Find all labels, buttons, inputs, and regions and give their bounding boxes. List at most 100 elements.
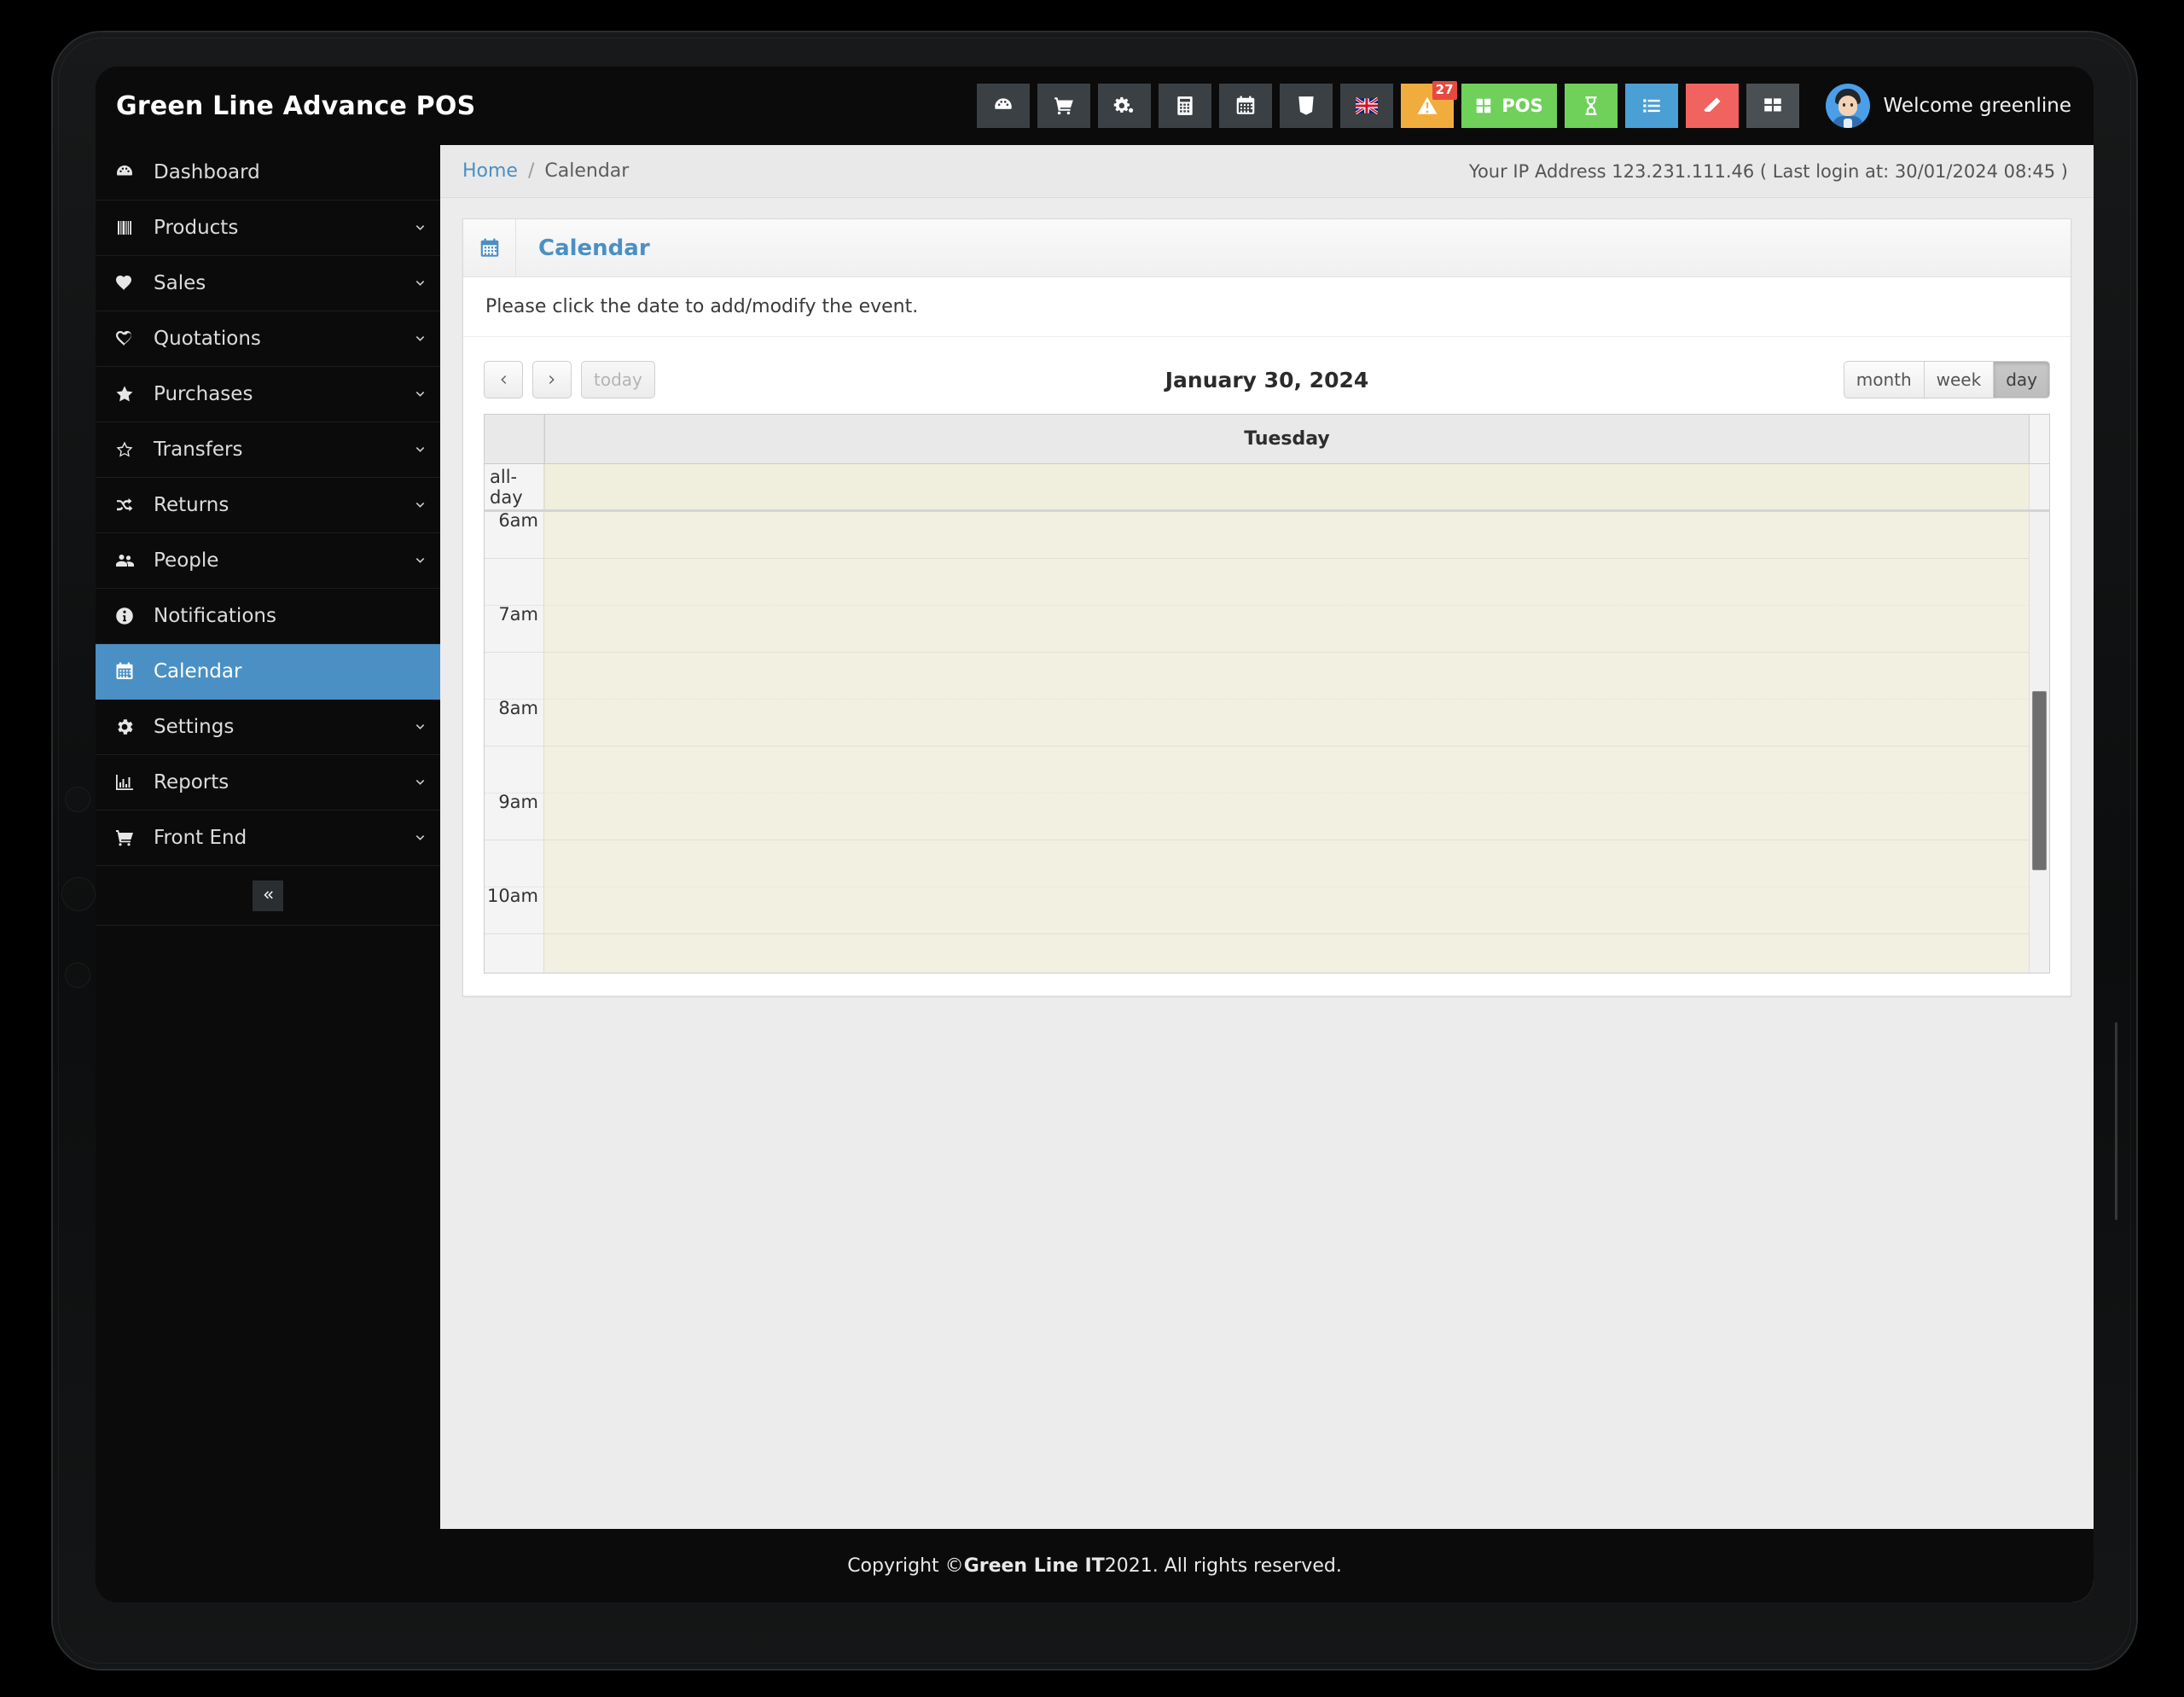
sidebar-item-purchases[interactable]: Purchases bbox=[96, 367, 440, 422]
breadcrumb-separator: / bbox=[527, 160, 535, 182]
time-label: 7am bbox=[498, 604, 538, 625]
calendar-toolbar: today January 30, 2024 month week day bbox=[484, 356, 2050, 404]
view-month-button[interactable]: month bbox=[1843, 361, 1925, 398]
pos-button[interactable]: POS bbox=[1461, 84, 1557, 128]
next-button[interactable] bbox=[532, 361, 572, 398]
chevron-down-icon bbox=[399, 830, 440, 846]
calculator-icon[interactable] bbox=[1158, 84, 1211, 128]
breadcrumb-home-link[interactable]: Home bbox=[462, 160, 518, 182]
cart-icon bbox=[96, 828, 154, 848]
sidebar-item-label: Sales bbox=[154, 272, 206, 294]
main-content: Home / Calendar Your IP Address 123.231.… bbox=[440, 145, 2094, 1602]
sidebar-item-transfers[interactable]: Transfers bbox=[96, 422, 440, 478]
sidebar-item-reports[interactable]: Reports bbox=[96, 755, 440, 811]
grid-icon[interactable] bbox=[1745, 84, 1799, 128]
sidebar-item-label: Calendar bbox=[154, 660, 242, 683]
sidebar-item-label: People bbox=[154, 549, 219, 572]
sidebar-item-calendar[interactable]: Calendar bbox=[96, 644, 440, 700]
sidebar-item-people[interactable]: People bbox=[96, 533, 440, 589]
list-icon[interactable] bbox=[1624, 84, 1678, 128]
chevron-double-left-icon[interactable] bbox=[253, 880, 283, 911]
sidebar-item-quotations[interactable]: Quotations bbox=[96, 311, 440, 367]
chart-bar-icon bbox=[96, 772, 154, 793]
breadcrumb-current: Calendar bbox=[544, 160, 630, 182]
time-slot[interactable] bbox=[544, 747, 2049, 793]
view-week-button[interactable]: week bbox=[1924, 361, 1995, 398]
sidebar-item-label: Purchases bbox=[154, 383, 253, 405]
device-button-2 bbox=[61, 877, 96, 911]
time-label: 6am bbox=[498, 512, 538, 531]
today-button[interactable]: today bbox=[581, 361, 655, 398]
time-slot[interactable] bbox=[544, 653, 2049, 700]
footer-copyright-prefix: Copyright © bbox=[847, 1555, 964, 1577]
avatar bbox=[1825, 84, 1870, 128]
calendar-panel: Calendar Please click the date to add/mo… bbox=[462, 218, 2071, 997]
gears-icon[interactable] bbox=[1097, 84, 1151, 128]
shuffle-icon bbox=[96, 495, 154, 515]
top-bar: Green Line Advance POS 27 POS Welcome gr… bbox=[96, 67, 2094, 145]
time-slot[interactable] bbox=[544, 840, 2049, 887]
scrollbar-thumb[interactable] bbox=[2032, 691, 2047, 870]
warning-icon[interactable]: 27 bbox=[1400, 81, 1457, 128]
sidebar-item-dashboard[interactable]: Dashboard bbox=[96, 145, 440, 201]
scrollbar-header-pad bbox=[2029, 415, 2049, 463]
view-day-button[interactable]: day bbox=[1994, 361, 2050, 398]
sidebar-item-label: Reports bbox=[154, 771, 229, 793]
cart-icon[interactable] bbox=[1037, 84, 1090, 128]
time-label: 8am bbox=[498, 698, 538, 718]
calendar-view-switcher: month week day bbox=[1843, 361, 2050, 398]
hourglass-icon[interactable] bbox=[1564, 84, 1618, 128]
day-time-slots[interactable] bbox=[544, 512, 2049, 973]
chevron-down-icon bbox=[399, 497, 440, 514]
vertical-scrollbar[interactable] bbox=[2029, 512, 2049, 973]
chevron-down-icon bbox=[399, 331, 440, 347]
user-menu[interactable]: Welcome greenline bbox=[1807, 84, 2094, 128]
time-slot[interactable] bbox=[544, 793, 2049, 840]
css3-icon[interactable] bbox=[1279, 84, 1333, 128]
time-gutter-header bbox=[485, 415, 544, 463]
sidebar: Dashboard Products Sales Quotations Purc… bbox=[96, 145, 440, 1602]
chevron-down-icon bbox=[399, 553, 440, 569]
calendar-header-row: Tuesday bbox=[485, 415, 2049, 464]
time-slot[interactable] bbox=[544, 512, 2049, 559]
chevron-down-icon bbox=[399, 220, 440, 236]
time-slot[interactable] bbox=[544, 559, 2049, 606]
chevron-down-icon bbox=[399, 276, 440, 292]
time-slot[interactable] bbox=[544, 606, 2049, 653]
prev-button[interactable] bbox=[484, 361, 523, 398]
time-slot[interactable] bbox=[544, 934, 2049, 973]
sidebar-item-sales[interactable]: Sales bbox=[96, 256, 440, 311]
sidebar-item-notifications[interactable]: Notifications bbox=[96, 589, 440, 644]
people-icon bbox=[96, 550, 154, 571]
app-screen: Green Line Advance POS 27 POS Welcome gr… bbox=[96, 67, 2094, 1602]
sidebar-item-front-end[interactable]: Front End bbox=[96, 811, 440, 866]
footer-copyright-suffix: 2021. All rights reserved. bbox=[1104, 1555, 1342, 1577]
sidebar-item-products[interactable]: Products bbox=[96, 201, 440, 256]
heart-filled-icon bbox=[96, 273, 154, 293]
info-icon bbox=[96, 606, 154, 626]
scrollbar-allday-pad bbox=[2029, 464, 2049, 509]
time-slot[interactable] bbox=[544, 887, 2049, 934]
barcode-icon bbox=[96, 218, 154, 238]
calendar-icon[interactable] bbox=[1218, 84, 1272, 128]
chevron-down-icon bbox=[399, 442, 440, 458]
time-label: 9am bbox=[498, 792, 538, 812]
footer: Copyright © Green Line IT 2021. All righ… bbox=[96, 1529, 2094, 1602]
sidebar-item-settings[interactable]: Settings bbox=[96, 700, 440, 755]
chevron-down-icon bbox=[399, 386, 440, 403]
sidebar-item-label: Quotations bbox=[154, 328, 261, 350]
sidebar-item-returns[interactable]: Returns bbox=[96, 478, 440, 533]
welcome-label: Welcome greenline bbox=[1883, 95, 2071, 117]
time-grid-scroll-area: 6am 7am 8am 9am 10am 11am bbox=[485, 512, 2049, 973]
uk-flag-icon[interactable] bbox=[1339, 84, 1393, 128]
app-brand-title: Green Line Advance POS bbox=[116, 90, 476, 121]
all-day-slot[interactable] bbox=[544, 464, 2029, 509]
gear-icon bbox=[96, 717, 154, 737]
time-slot[interactable] bbox=[544, 700, 2049, 747]
heart-outline-icon bbox=[96, 328, 154, 349]
page-title: Calendar bbox=[538, 235, 650, 261]
eraser-icon[interactable] bbox=[1685, 84, 1739, 128]
device-button-3 bbox=[65, 962, 90, 988]
calendar-icon bbox=[463, 219, 516, 276]
dashboard-icon[interactable] bbox=[976, 84, 1030, 128]
